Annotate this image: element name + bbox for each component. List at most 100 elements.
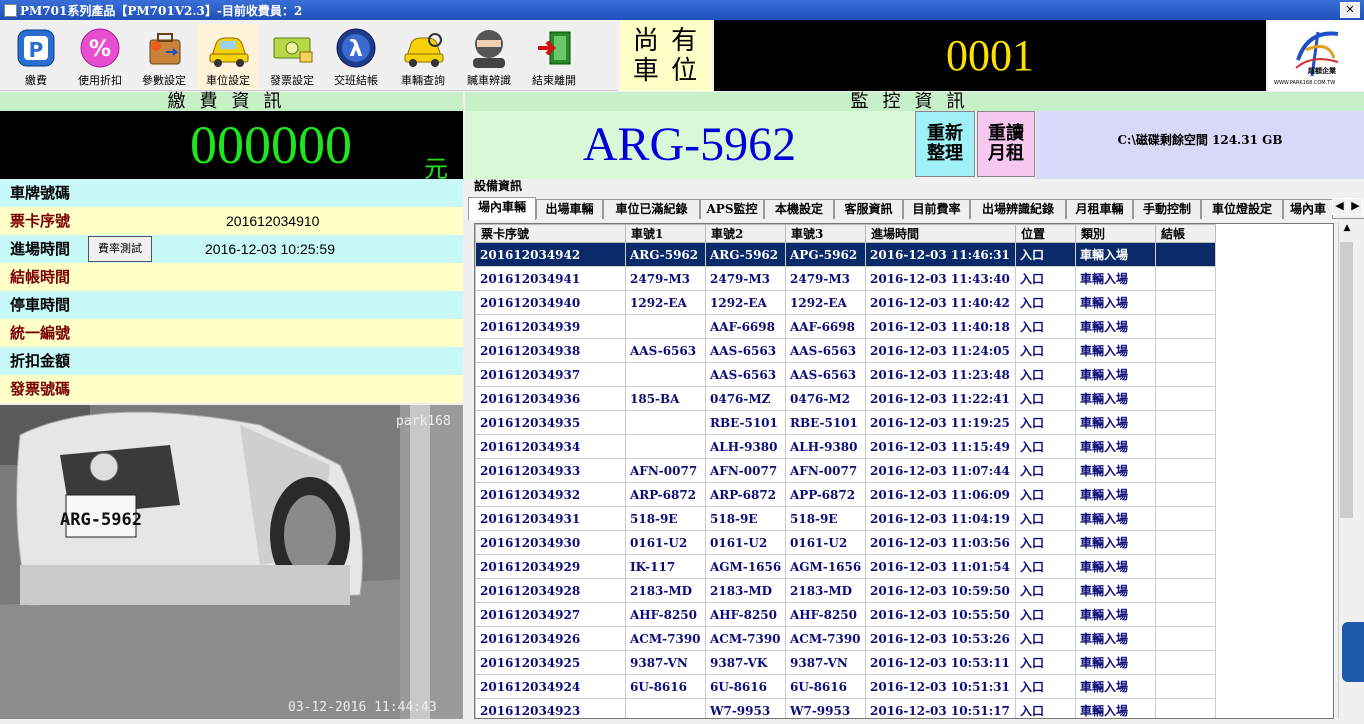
col-position[interactable]: 位置 (1015, 224, 1076, 243)
table-row[interactable]: 201612034923 W7-9953 W7-9953 2016-12-03 10:… (475, 698, 1216, 718)
stolen-car-detect-button[interactable]: 贓車辨識 (458, 24, 520, 90)
tab-local-settings[interactable]: 本機設定 (764, 199, 834, 219)
table-row[interactable]: 201612034936 185-BA 0476-MZ 0476-M2 2016-12-… (475, 386, 1216, 411)
table-cell: AAF-6698 (705, 314, 786, 339)
table-row[interactable]: 201612034934 ALH-9380 ALH-9380 2016-12-03 1… (475, 434, 1216, 459)
space-settings-button[interactable]: 車位設定 (197, 24, 259, 90)
col-entry-time[interactable]: 進場時間 (865, 224, 1016, 243)
table-cell: 入口 (1015, 410, 1076, 435)
tab-aps-monitor[interactable]: APS監控 (700, 199, 764, 219)
table-cell: 9387-VN (625, 650, 706, 675)
tab-vehicles-inside-2[interactable]: 場內車 (1283, 199, 1333, 219)
tab-manual-control[interactable]: 手動控制 (1133, 199, 1201, 219)
settings-button[interactable]: 參數設定 (133, 24, 195, 90)
side-panel-tab-icon[interactable] (1342, 622, 1364, 682)
table-cell: 入口 (1015, 458, 1076, 483)
table-row[interactable]: 201612034928 2183-MD 2183-MD 2183-MD 2016-12… (475, 578, 1216, 603)
tab-vehicles-inside[interactable]: 場內車輛 (468, 197, 536, 220)
info-row-discount: 折扣金額 (0, 347, 463, 375)
col-plate-3[interactable]: 車號3 (785, 224, 866, 243)
vehicle-search-button[interactable]: 車輛查詢 (392, 24, 454, 90)
invoice-settings-button[interactable]: 發票設定 (261, 24, 323, 90)
table-cell: 車輛入場 (1075, 362, 1156, 387)
tab-customer-service[interactable]: 客服資訊 (834, 199, 903, 219)
table-cell: 2016-12-03 10:59:50 (865, 578, 1016, 603)
table-cell: 2016-12-03 11:19:25 (865, 410, 1016, 435)
tab-monthly-vehicles[interactable]: 月租車輛 (1066, 199, 1133, 219)
scroll-up-icon[interactable]: ▲ (1339, 223, 1355, 233)
table-row[interactable]: 201612034939 AAF-6698 AAF-6698 2016-12-03 1… (475, 314, 1216, 339)
table-cell: 車輛入場 (1075, 554, 1156, 579)
table-cell: 車輛入場 (1075, 290, 1156, 315)
table-cell: 201612034930 (475, 530, 626, 555)
rate-test-button[interactable]: 費率測試 (88, 236, 152, 262)
close-icon[interactable]: ✕ (1340, 2, 1360, 18)
app-icon (4, 3, 17, 17)
table-cell: 2016-12-03 10:51:31 (865, 674, 1016, 699)
col-checkout[interactable]: 結帳 (1155, 224, 1216, 243)
table-cell: AAF-6698 (785, 314, 866, 339)
tab-exit-recognition[interactable]: 出場辨識紀錄 (970, 199, 1066, 219)
table-row[interactable]: 201612034942 ARG-5962 ARG-5962 APG-5962 2016… (475, 242, 1216, 267)
tab-scroll-left-icon[interactable]: ◀ (1332, 198, 1347, 215)
table-cell: AGM-1656 (705, 554, 786, 579)
info-row-entry-time: 進場時間 2016-12-03 10:25:59 (0, 235, 463, 263)
table-cell: AHF-8250 (625, 602, 706, 627)
lambda-icon: λ (334, 26, 378, 70)
table-row[interactable]: 201612034941 2479-M3 2479-M3 2479-M3 2016-12… (475, 266, 1216, 291)
table-cell: AAS-6563 (705, 338, 786, 363)
table-cell: IK-117 (625, 554, 706, 579)
tab-current-rates[interactable]: 目前費率 (903, 199, 970, 219)
table-row[interactable]: 201612034931 518-9E 518-9E 518-9E 2016-12-03… (475, 506, 1216, 531)
table-row[interactable]: 201612034932 ARP-6872 ARP-6872 APP-6872 2016… (475, 482, 1216, 507)
remaining-spaces-count: 0001 (714, 20, 1266, 91)
table-cell (1155, 458, 1216, 483)
table-cell: AAS-6563 (625, 338, 706, 363)
table-cell: 201612034940 (475, 290, 626, 315)
table-cell: APG-5962 (785, 242, 866, 267)
shift-checkout-button[interactable]: λ 交班結帳 (325, 24, 387, 90)
table-cell: AAS-6563 (785, 362, 866, 387)
table-row[interactable]: 201612034927 AHF-8250 AHF-8250 AHF-8250 2016… (475, 602, 1216, 627)
table-cell: 201612034935 (475, 410, 626, 435)
tab-space-light-settings[interactable]: 車位燈設定 (1201, 199, 1283, 219)
table-cell: 2016-12-03 11:03:56 (865, 530, 1016, 555)
table-cell: 2016-12-03 10:53:11 (865, 650, 1016, 675)
tab-vehicles-exited[interactable]: 出場車輛 (536, 199, 603, 219)
tab-bar: 場內車輛 出場車輛 車位已滿紀錄 APS監控 本機設定 客服資訊 目前費率 出場… (468, 197, 1364, 220)
table-cell: ACM-7390 (705, 626, 786, 651)
col-card-no[interactable]: 票卡序號 (475, 224, 626, 243)
exit-button[interactable]: 結束離開 (523, 24, 585, 90)
pay-button[interactable]: P 繳費 (5, 24, 67, 90)
reload-monthly-button[interactable]: 重讀 月租 (977, 111, 1035, 177)
table-row[interactable]: 201612034926 ACM-7390 ACM-7390 ACM-7390 2016… (475, 626, 1216, 651)
table-cell: 入口 (1015, 506, 1076, 531)
table-row[interactable]: 201612034938 AAS-6563 AAS-6563 AAS-6563 2016… (475, 338, 1216, 363)
col-plate-1[interactable]: 車號1 (625, 224, 706, 243)
table-cell: 201612034927 (475, 602, 626, 627)
table-row[interactable]: 201612034925 9387-VN 9387-VK 9387-VN 2016-12… (475, 650, 1216, 675)
table-row[interactable]: 201612034929 IK-117 AGM-1656 AGM-1656 2016-1… (475, 554, 1216, 579)
refresh-button[interactable]: 重新 整理 (915, 111, 975, 177)
table-row[interactable]: 201612034935 RBE-5101 RBE-5101 2016-12-03 1… (475, 410, 1216, 435)
col-category[interactable]: 類別 (1075, 224, 1156, 243)
table-cell: 車輛入場 (1075, 674, 1156, 699)
table-scroll-thumb[interactable] (1340, 242, 1353, 518)
table-row[interactable]: 201612034933 AFN-0077 AFN-0077 AFN-0077 2016… (475, 458, 1216, 483)
camera-view: ARG-5962 park168 03-12-2016 11:44:43 (0, 405, 463, 719)
col-plate-2[interactable]: 車號2 (705, 224, 786, 243)
table-cell: 201612034939 (475, 314, 626, 339)
table-cell: 車輛入場 (1075, 698, 1156, 718)
tab-full-records[interactable]: 車位已滿紀錄 (603, 199, 700, 219)
table-cell (1155, 482, 1216, 507)
table-row[interactable]: 201612034937 AAS-6563 AAS-6563 2016-12-03 1… (475, 362, 1216, 387)
table-cell: AHF-8250 (705, 602, 786, 627)
table-row[interactable]: 201612034930 0161-U2 0161-U2 0161-U2 2016-12… (475, 530, 1216, 555)
table-cell: 0476-M2 (785, 386, 866, 411)
table-row[interactable]: 201612034940 1292-EA 1292-EA 1292-EA 2016-12… (475, 290, 1216, 315)
table-cell (1155, 290, 1216, 315)
tab-scroll-right-icon[interactable]: ▶ (1348, 198, 1363, 215)
table-cell: 201612034926 (475, 626, 626, 651)
table-row[interactable]: 201612034924 6U-8616 6U-8616 6U-8616 2016-12… (475, 674, 1216, 699)
discount-button[interactable]: % 使用折扣 (69, 24, 131, 90)
